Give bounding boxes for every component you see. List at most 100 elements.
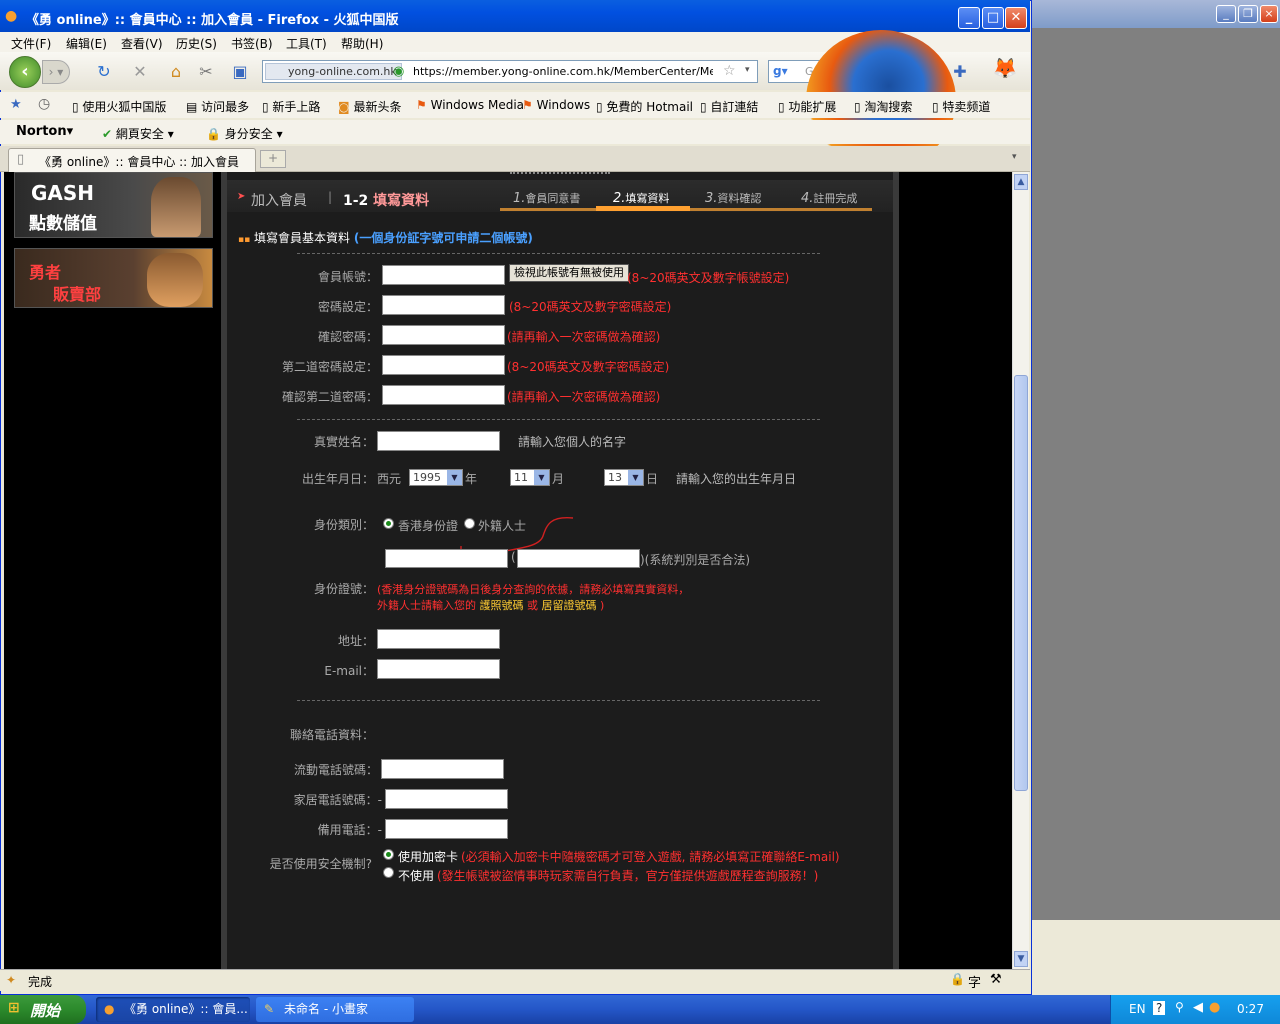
password-input[interactable] [382,295,505,315]
security-use-radio[interactable] [383,849,394,860]
cut-icon[interactable]: ✂ [196,62,216,82]
url-bar[interactable]: yong-online.com.hk ◉ https://member.yong… [262,60,758,83]
url-dropdown-icon[interactable]: ▾ [745,65,750,75]
menu-history[interactable]: 历史(S) [176,35,217,52]
bg-restore-button[interactable]: ❐ [1238,5,1258,23]
identity-safety-menu[interactable]: 🔒 身分安全 ▾ [206,125,283,142]
norton-logo[interactable]: Norton▾ [16,124,73,139]
menu-bookmarks[interactable]: 书签(B) [231,35,273,52]
close-button[interactable]: ✕ [1005,7,1027,29]
menu-help[interactable]: 帮助(H) [341,35,383,52]
id-check-input[interactable] [517,549,640,568]
dropdown-arrow-icon: ▼ [534,470,549,485]
scroll-up-icon[interactable]: ▲ [1014,174,1028,190]
real-name-input[interactable] [377,431,500,451]
maximize-button[interactable]: □ [982,7,1004,29]
google-engine-icon[interactable]: g▾ [773,64,788,78]
language-indicator[interactable]: EN [1129,1002,1146,1016]
confirm-second-password-input[interactable] [382,385,505,405]
backup-phone-input[interactable] [385,819,508,839]
birth-month-select[interactable]: 11 ▼ [510,469,550,486]
email-label: E-mail： [324,664,374,678]
start-button[interactable]: ⊞ 開始 [0,995,86,1024]
home-icon[interactable]: ⌂ [166,62,186,82]
history-clock-icon[interactable]: ◷ [38,96,50,112]
id-number-input[interactable] [385,549,508,568]
back-button[interactable]: ‹ [9,56,41,88]
bg-close-button[interactable]: × [1260,5,1278,23]
id-note-line2: 外籍人士請輸入您的 護照號碼 或 居留證號碼 ) [377,599,605,612]
real-name-hint: 請輸入您個人的名字 [518,435,627,449]
month-unit: 月 [552,472,565,486]
menu-view[interactable]: 查看(V) [121,35,163,52]
check-icon: ✔ [102,127,113,141]
minimize-button[interactable]: _ [958,7,980,29]
birth-year-select[interactable]: 1995 ▼ [409,469,463,486]
bookmark-item[interactable]: ▤ 访问最多 [186,98,249,115]
menu-edit[interactable]: 编辑(E) [66,35,107,52]
padlock-icon[interactable]: 🔒 [950,972,965,986]
bookmark-item[interactable]: ◙ 最新头条 [338,98,402,115]
menu-file[interactable]: 文件(F) [11,35,51,52]
screenshot-icon[interactable]: ▣ [230,62,250,82]
new-tab-button[interactable]: + [260,150,286,168]
stop-icon[interactable]: ✕ [130,62,150,82]
bookmark-item[interactable]: ⚑ Windows Media [416,98,524,112]
help-icon[interactable]: ? [1153,1001,1166,1015]
id-type-hk-radio[interactable] [383,518,394,529]
phone-section-label: 聯絡電話資料： [289,728,374,742]
mobile-phone-input[interactable] [381,759,504,779]
year-unit: 年 [465,472,478,486]
bookmark-item[interactable]: ▯ 淘淘搜索 [854,98,912,115]
header-left: 加入會員 [251,193,307,209]
security-none-radio[interactable] [383,867,394,878]
bookmark-item[interactable]: ▯ 自訂連結 [700,98,758,115]
bookmark-star-icon[interactable]: ☆ [723,63,736,79]
account-input[interactable] [382,265,505,285]
taskbar-item-paint[interactable]: ✎ 未命名 - 小畫家 [256,997,414,1022]
bookmark-item[interactable]: ▯ 特卖频道 [932,98,990,115]
fox-button-icon[interactable]: 🦊 [990,58,1020,86]
firefox-tray-icon[interactable]: ● [1209,1000,1220,1015]
bookmark-item[interactable]: ⚑ Windows [522,98,590,112]
day-unit: 日 [646,472,659,486]
charset-icon[interactable]: 字 [968,972,981,991]
step-1: 1.會員同意書 [513,191,581,206]
back-arrow-icon[interactable]: ◀ [1193,1000,1203,1015]
bg-minimize-button[interactable]: _ [1216,5,1236,23]
shop-banner[interactable]: 勇者 販賣部 [14,248,213,308]
addon-icon[interactable]: ✚ [950,62,970,82]
confirm-password-input[interactable] [382,325,505,345]
scroll-down-icon[interactable]: ▼ [1014,951,1028,967]
menu-tools[interactable]: 工具(T) [286,35,327,52]
tab-list-icon[interactable]: ▾ [1012,152,1017,162]
bookmark-item[interactable]: ▯ 功能扩展 [778,98,836,115]
paint-icon: ✎ [264,1002,275,1016]
tab-active[interactable]: ▯ 《勇 online》:: 會員中心 :: 加入會員 [8,148,256,172]
tools-icon[interactable]: ⚒ [990,972,1002,987]
forward-button[interactable]: › ▾ [42,60,70,84]
bookmarks-star-icon[interactable]: ★ [10,97,22,112]
bookmark-item[interactable]: ▯ 使用火狐中国版 [72,98,166,115]
home-phone-input[interactable] [385,789,508,809]
background-lower-area [1032,920,1280,995]
network-icon[interactable]: ⚲ [1175,1000,1184,1014]
reload-icon[interactable]: ↻ [94,62,114,82]
check-account-button[interactable]: 檢視此帳號有無被使用 [509,264,629,282]
site-identity-badge[interactable]: yong-online.com.hk [265,63,402,80]
birth-day-select[interactable]: 13 ▼ [604,469,644,486]
title-bar: ● 《勇 online》:: 會員中心 :: 加入會員 - Firefox - … [0,0,1030,32]
security-use-note: (必須輸入加密卡中隨機密碼才可登入遊戲, 請務必填寫正確聯絡E-mail) [461,850,840,864]
vertical-scrollbar[interactable]: ▲ ▼ [1012,172,1029,969]
second-password-input[interactable] [382,355,505,375]
bookmark-item[interactable]: ▯ 新手上路 [262,98,320,115]
web-safety-menu[interactable]: ✔ 網頁安全 ▾ [102,125,174,142]
scrollbar-thumb[interactable] [1014,375,1028,791]
gash-banner[interactable]: GASH 點數儲值 [14,172,213,238]
bookmark-item[interactable]: ▯ 免費的 Hotmail [596,98,693,115]
confirm-second-password-label: 確認第二道密碼： [281,390,378,404]
url-text[interactable]: https://member.yong-online.com.hk/Member… [413,65,713,78]
email-input[interactable] [377,659,500,679]
taskbar-item-firefox[interactable]: ● 《勇 online》:: 會員... [96,997,250,1022]
address-input[interactable] [377,629,500,649]
